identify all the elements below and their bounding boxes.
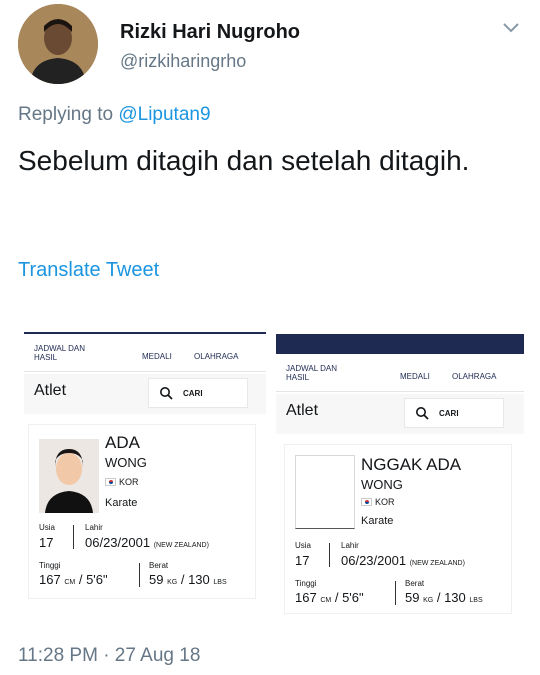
screenshot-after: 2018 JADWAL DAN HASIL MEDALI OLAHRAGA At…: [276, 334, 524, 619]
tweet-header: Rizki Hari Nugroho @rizkiharingrho: [18, 4, 528, 84]
divider: [73, 525, 74, 549]
nav-jadwal[interactable]: JADWAL DAN HASIL: [34, 344, 104, 362]
athlete-last-name: WONG: [105, 455, 147, 470]
reply-mention-link[interactable]: @Liputan9: [118, 104, 210, 125]
search-label: CARI: [183, 389, 203, 398]
athlete-card[interactable]: NGGAK ADA WONG KOR Karate Usia 17 Lahir …: [284, 444, 512, 614]
menu-icon[interactable]: [492, 338, 510, 348]
reply-context: Replying to @Liputan9: [18, 104, 211, 126]
nav-olahraga[interactable]: OLAHRAGA: [194, 352, 238, 361]
athlete-photo-blank: [295, 455, 355, 529]
korea-flag-icon: [361, 498, 372, 506]
athlete-card[interactable]: ADA WONG KOR Karate Usia 17 Lahir 06/23/…: [28, 424, 256, 599]
athlete-sport: Karate: [105, 497, 138, 509]
lahir-label: Lahir: [85, 523, 103, 532]
athlete-country: KOR: [105, 477, 139, 487]
tweet-media[interactable]: JADWAL DAN HASIL MEDALI OLAHRAGA Atlet C…: [18, 330, 524, 619]
usia-value: 17: [295, 553, 310, 568]
tinggi-label: Tinggi: [39, 561, 61, 570]
chevron-down-icon[interactable]: [500, 16, 522, 38]
divider: [329, 543, 330, 567]
berat-label: Berat: [405, 579, 425, 588]
nav-medali[interactable]: MEDALI: [142, 352, 172, 361]
tweet-timestamp[interactable]: 11:28 PM · 27 Aug 18: [18, 645, 200, 667]
korea-flag-icon: [105, 478, 116, 486]
lahir-value: 06/23/2001 (NEW ZEALAND): [341, 553, 465, 568]
tinggi-value: 167 CM / 5'6": [39, 572, 108, 587]
search-input[interactable]: CARI: [404, 398, 504, 428]
lahir-value: 06/23/2001 (NEW ZEALAND): [85, 535, 209, 550]
screenshot-before: JADWAL DAN HASIL MEDALI OLAHRAGA Atlet C…: [24, 332, 266, 617]
athlete-first-name: ADA: [105, 433, 140, 452]
site-nav: JADWAL DAN HASIL MEDALI OLAHRAGA: [24, 334, 266, 372]
search-label: CARI: [439, 409, 459, 418]
reply-prefix: Replying to: [18, 104, 114, 125]
athlete-photo: [39, 439, 99, 513]
divider: [395, 581, 396, 605]
search-input[interactable]: CARI: [148, 378, 248, 408]
nav-medali[interactable]: MEDALI: [400, 372, 430, 381]
athlete-last-name: WONG: [361, 477, 403, 492]
berat-value: 59 KG / 130 LBS: [149, 572, 227, 587]
avatar[interactable]: [18, 4, 98, 84]
tinggi-value: 167 CM / 5'6": [295, 590, 364, 605]
user-handle[interactable]: @rizkiharingrho: [120, 51, 246, 72]
berat-value: 59 KG / 130 LBS: [405, 590, 483, 605]
site-nav: JADWAL DAN HASIL MEDALI OLAHRAGA: [276, 354, 524, 392]
translate-tweet-link[interactable]: Translate Tweet: [18, 259, 159, 282]
atlet-bar: Atlet CARI: [24, 374, 266, 414]
usia-value: 17: [39, 535, 54, 550]
tinggi-label: Tinggi: [295, 579, 317, 588]
usia-label: Usia: [39, 523, 56, 532]
atlet-bar: Atlet CARI: [276, 394, 524, 434]
search-icon: [416, 407, 429, 420]
berat-label: Berat: [149, 561, 169, 570]
usia-label: Usia: [295, 541, 312, 550]
atlet-title: Atlet: [34, 382, 67, 399]
tweet-text: Sebelum ditagih dan setelah ditagih.: [18, 145, 470, 176]
athlete-sport: Karate: [361, 515, 394, 527]
lahir-label: Lahir: [341, 541, 359, 550]
divider: [139, 563, 140, 587]
search-icon: [160, 387, 173, 400]
athlete-first-name: NGGAK ADA: [361, 455, 462, 474]
nav-jadwal[interactable]: JADWAL DAN HASIL: [286, 364, 356, 382]
nav-olahraga[interactable]: OLAHRAGA: [452, 372, 496, 381]
event-banner: 2018: [354, 337, 370, 344]
atlet-title: Atlet: [286, 402, 319, 419]
athlete-country: KOR: [361, 497, 395, 507]
display-name[interactable]: Rizki Hari Nugroho: [120, 21, 300, 44]
